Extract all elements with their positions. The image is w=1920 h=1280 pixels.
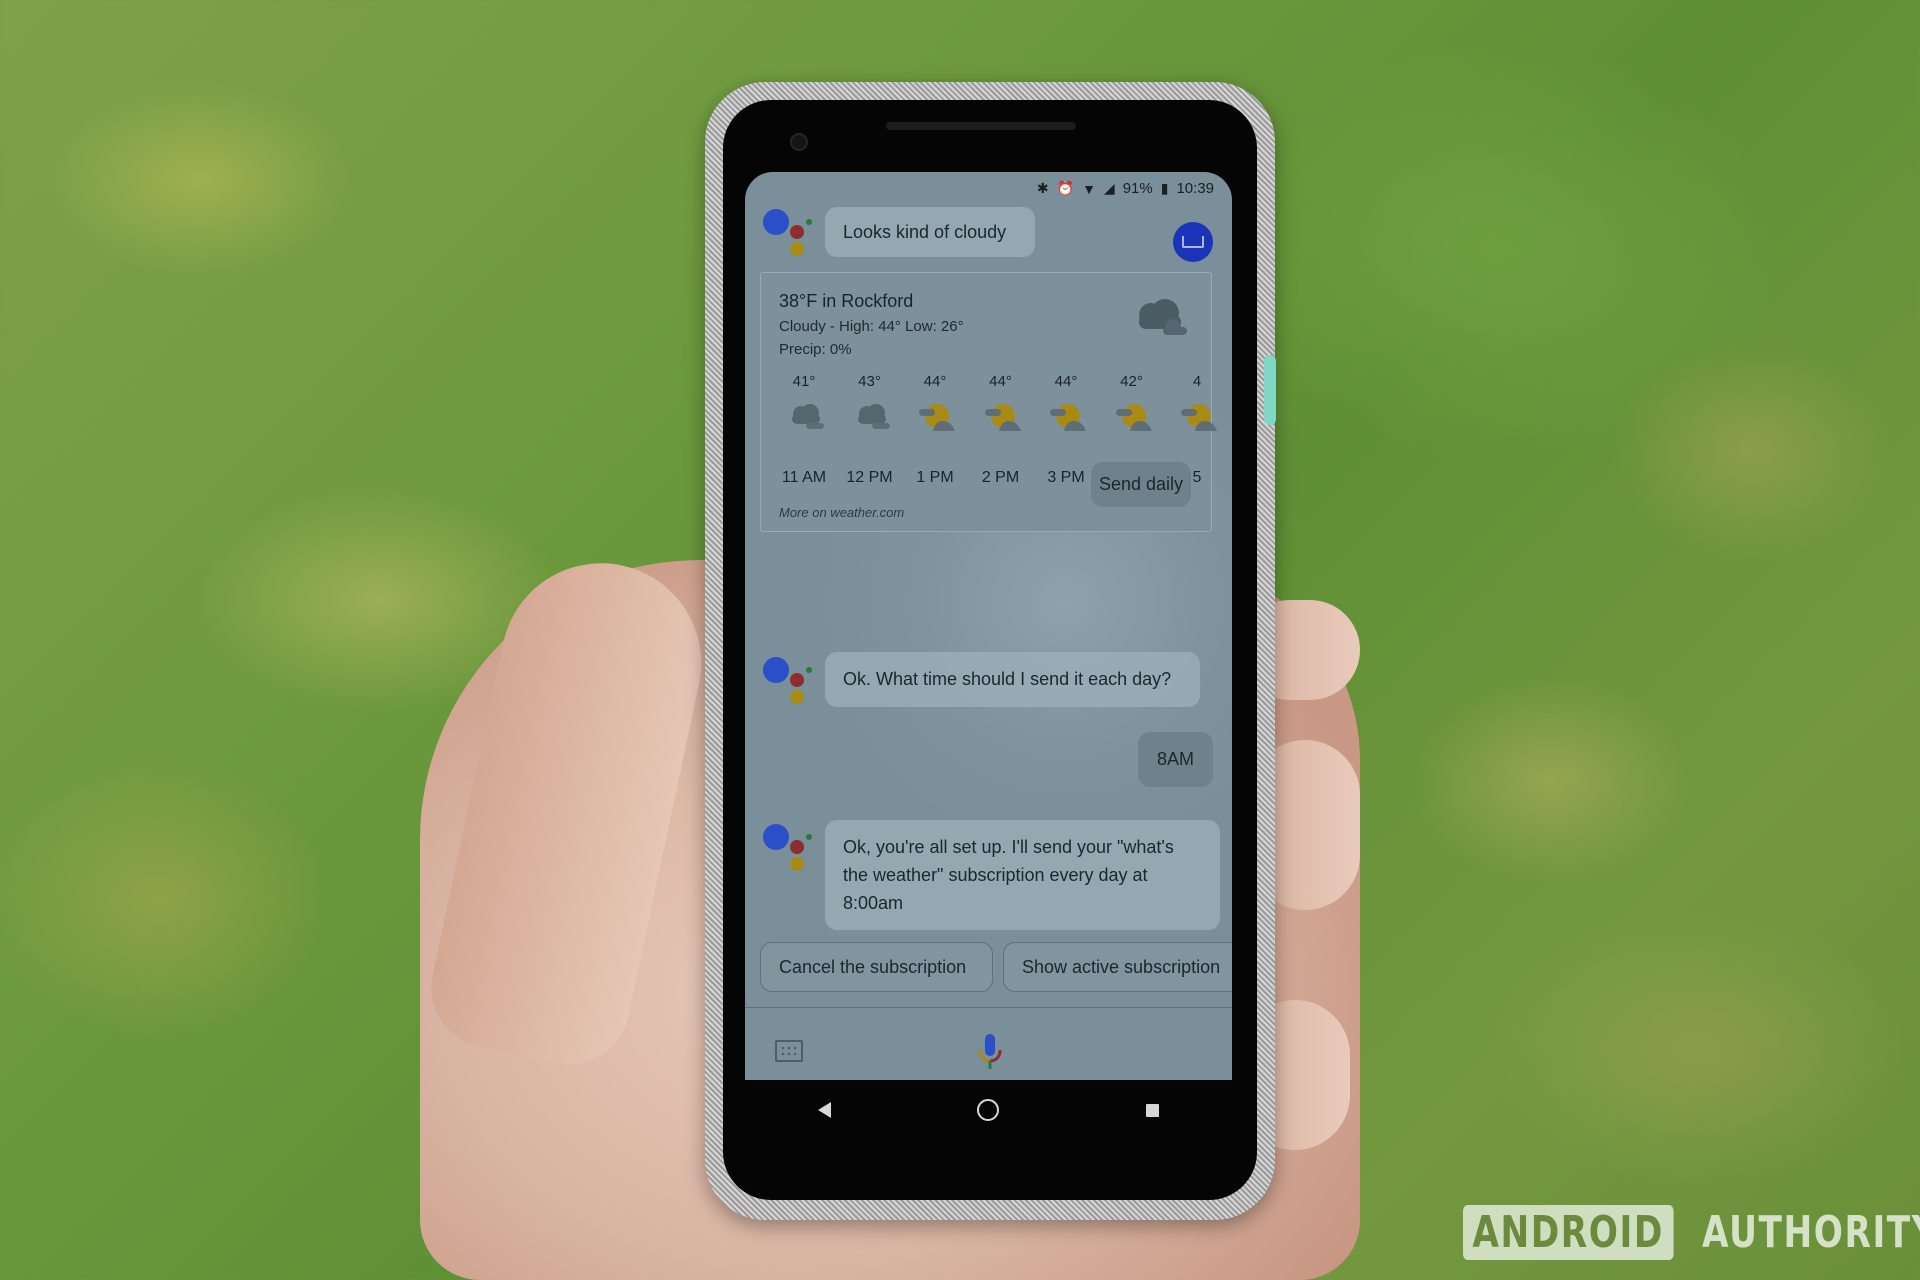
bluetooth-icon: ✱ [1036, 180, 1049, 196]
chip-label: Cancel the subscription [779, 956, 967, 977]
hourly-time: 12 PM [846, 469, 893, 486]
battery-percent: 91% [1122, 180, 1153, 197]
assistant-message: Ok. What time should I send it each day? [825, 652, 1200, 707]
user-message: Send daily [1091, 462, 1191, 507]
watermark-logo: ANDROID AUTHORITY [1463, 1205, 1920, 1260]
assistant-logo-icon [763, 822, 813, 872]
partly-cloudy-icon [1114, 401, 1154, 433]
partly-cloudy-icon [917, 401, 957, 433]
front-camera [790, 133, 808, 151]
assistant-message-text: Ok, you're all set up. I'll send your "w… [843, 837, 1174, 913]
assistant-message-text: Looks kind of cloudy [843, 221, 1007, 242]
wifi-icon: ▼ [1082, 180, 1096, 197]
hourly-time: 1 PM [916, 469, 954, 486]
status-bar: ✱ ⏰ ▼ ◢ 91% ▮ 10:39 [1037, 180, 1214, 197]
user-message-text: 8AM [1156, 749, 1194, 769]
microphone-icon[interactable] [978, 1034, 1002, 1070]
assistant-logo-icon [763, 655, 813, 705]
assistant-message-text: Ok. What time should I send it each day? [843, 669, 1172, 689]
weather-source-link[interactable]: More on weather.com [779, 505, 904, 520]
assistant-logo-icon [763, 207, 813, 257]
hourly-temp: 4 [1192, 373, 1202, 390]
cloudy-icon [786, 401, 826, 433]
cloudy-icon [852, 401, 892, 433]
weather-title: 38°F in Rockford [779, 291, 914, 311]
hourly-temp: 43° [858, 373, 881, 390]
hourly-forecast-item: 44° 3 PM [1033, 373, 1099, 503]
keyboard-icon[interactable] [775, 1040, 803, 1062]
hourly-temp: 44° [989, 373, 1012, 390]
chip-label: Show active subscription [1022, 956, 1221, 977]
user-message: 8AM [1138, 732, 1213, 787]
recents-button[interactable] [1145, 1103, 1159, 1117]
hourly-forecast-item: 41° 11 AM [771, 373, 837, 503]
power-button[interactable] [1264, 355, 1276, 425]
suggestion-chip-show-active[interactable]: Show active subscription [1003, 942, 1232, 992]
partly-cloudy-icon [1048, 401, 1088, 433]
suggestion-chip-cancel[interactable]: Cancel the subscription [760, 942, 993, 992]
clock: 10:39 [1176, 180, 1214, 197]
hourly-time: 3 PM [1047, 469, 1085, 486]
cloudy-icon [1139, 299, 1187, 335]
user-message-text: Send daily [1098, 474, 1184, 494]
hourly-time: 2 PM [981, 469, 1020, 486]
hourly-forecast-item: 44° 2 PM [968, 373, 1034, 503]
divider [745, 1007, 1232, 1008]
assistant-message: Looks kind of cloudy [825, 207, 1035, 257]
hourly-forecast-item: 43° 12 PM [837, 373, 903, 503]
back-button[interactable] [818, 1102, 832, 1118]
hourly-temp: 42° [1120, 373, 1143, 390]
watermark-boxed-text: ANDROID [1463, 1205, 1674, 1260]
keyboard-icon [1182, 236, 1204, 248]
hourly-time: 11 AM [781, 469, 827, 486]
hourly-temp: 41° [792, 373, 816, 390]
home-button[interactable] [977, 1099, 1000, 1121]
weather-condition: Cloudy - High: 44° Low: 26° [779, 318, 964, 335]
navigation-bar [745, 1080, 1232, 1140]
hourly-temp: 44° [923, 373, 947, 390]
keyboard-toggle-button[interactable] [1173, 222, 1213, 262]
assistant-message: Ok, you're all set up. I'll send your "w… [825, 820, 1220, 930]
alarm-icon: ⏰ [1056, 180, 1075, 196]
partly-cloudy-icon [983, 401, 1023, 433]
battery-icon: ▮ [1160, 180, 1169, 196]
hourly-forecast-item: 44° 1 PM [902, 373, 968, 503]
signal-icon: ◢ [1103, 180, 1115, 196]
phone-screen: ✱ ⏰ ▼ ◢ 91% ▮ 10:39 Looks kind of cloudy… [745, 172, 1232, 1080]
watermark-plain-text: AUTHORITY [1701, 1207, 1920, 1258]
partly-cloudy-icon [1179, 401, 1219, 433]
weather-precip: Precip: 0% [779, 341, 852, 358]
earpiece-speaker [886, 122, 1076, 130]
hourly-temp: 44° [1054, 373, 1078, 390]
